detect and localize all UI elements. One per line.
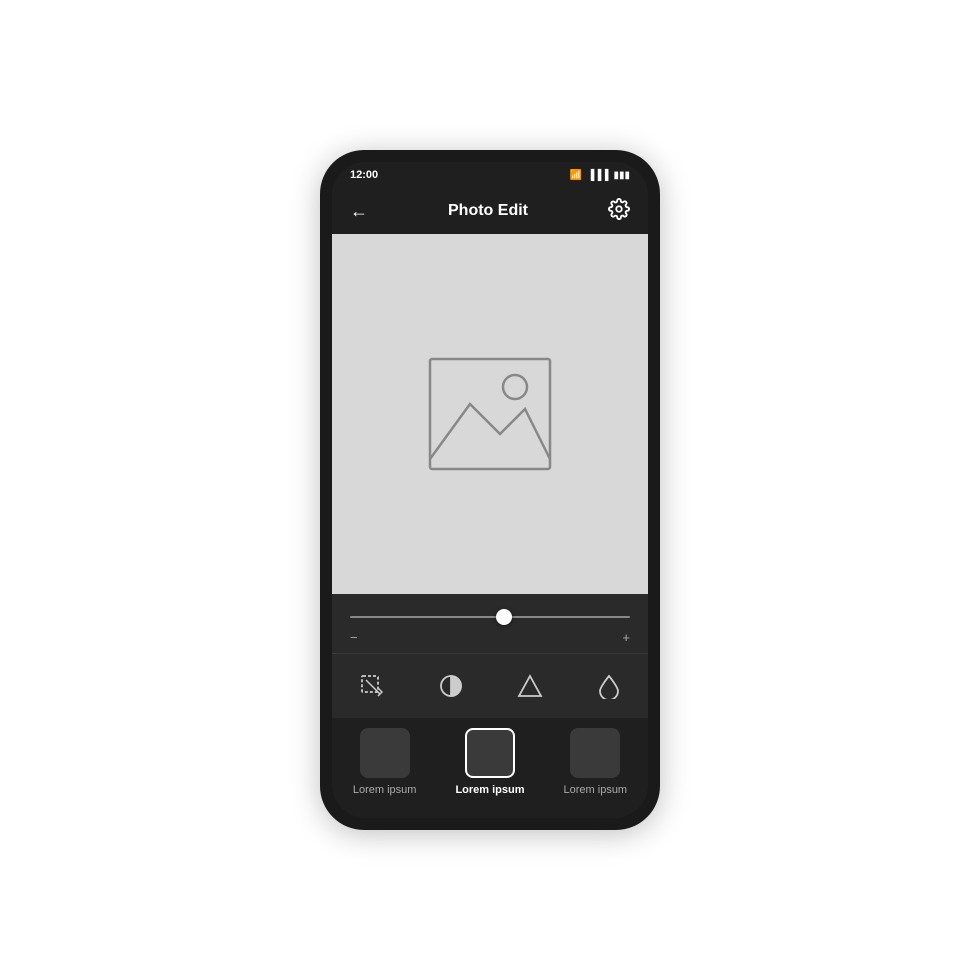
slider-min-label: − <box>350 630 358 645</box>
signal-icon: ▐▐▐ <box>587 170 608 181</box>
app-header: ← Photo Edit <box>332 188 648 234</box>
photo-canvas <box>332 234 648 594</box>
phone-frame: 12:00 📶 ▐▐▐ ▮▮▮ ← Photo Edit <box>320 150 660 830</box>
bottom-nav: Lorem ipsum Lorem ipsum Lorem ipsum <box>332 718 648 818</box>
filter-thumb <box>360 728 410 778</box>
slider-section: − + <box>332 594 648 653</box>
contrast-tool[interactable] <box>429 664 473 708</box>
edit-tab[interactable]: Lorem ipsum <box>455 728 525 796</box>
tools-section <box>332 653 648 718</box>
adjust-tab-label: Lorem ipsum <box>564 784 628 796</box>
phone-screen: 12:00 📶 ▐▐▐ ▮▮▮ ← Photo Edit <box>332 162 648 818</box>
adjust-tab[interactable]: Lorem ipsum <box>560 728 630 796</box>
slider-max-label: + <box>622 630 630 645</box>
status-bar: 12:00 📶 ▐▐▐ ▮▮▮ <box>332 162 648 188</box>
back-button[interactable]: ← <box>350 201 368 222</box>
filter-tab-label: Lorem ipsum <box>353 784 417 796</box>
slider-track <box>350 616 630 618</box>
edit-thumb <box>465 728 515 778</box>
edit-tab-label: Lorem ipsum <box>455 784 524 796</box>
brightness-tool[interactable] <box>508 664 552 708</box>
battery-icon: ▮▮▮ <box>613 170 630 181</box>
filter-tab[interactable]: Lorem ipsum <box>350 728 420 796</box>
status-icons: 📶 ▐▐▐ ▮▮▮ <box>570 170 630 181</box>
brightness-slider[interactable] <box>350 608 630 626</box>
status-time: 12:00 <box>350 169 378 181</box>
image-placeholder <box>410 349 570 479</box>
adjust-thumb <box>570 728 620 778</box>
wifi-icon: 📶 <box>570 170 582 181</box>
slider-thumb[interactable] <box>496 609 512 625</box>
crop-rotate-tool[interactable] <box>350 664 394 708</box>
settings-button[interactable] <box>608 198 630 225</box>
saturation-tool[interactable] <box>587 664 631 708</box>
slider-labels: − + <box>350 630 630 645</box>
page-title: Photo Edit <box>448 202 528 220</box>
